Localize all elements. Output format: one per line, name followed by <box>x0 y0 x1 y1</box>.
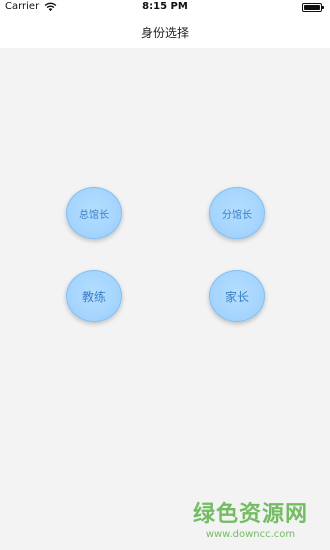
watermark-title: 绿色资源网 <box>192 502 308 527</box>
role-label: 家长 <box>224 289 249 304</box>
role-button-parent[interactable]: 家长 <box>209 270 265 322</box>
role-label: 分馆长 <box>222 209 252 221</box>
status-time: 8:15 PM <box>142 1 188 12</box>
status-bar: Carrier 8:15 PM <box>0 0 330 16</box>
role-label: 教练 <box>81 289 106 304</box>
navigation-bar: 身份选择 <box>0 16 330 48</box>
role-button-branch-manager[interactable]: 分馆长 <box>209 187 265 239</box>
battery-icon <box>302 3 324 12</box>
page-title: 身份选择 <box>140 26 189 40</box>
watermark-url: www.downcc.com <box>205 529 296 540</box>
watermark: 绿色资源网 www.downcc.com <box>193 496 308 540</box>
role-label: 总馆长 <box>79 209 109 221</box>
battery-level <box>304 5 320 10</box>
role-button-head-manager[interactable]: 总馆长 <box>66 187 122 239</box>
role-button-coach[interactable]: 教练 <box>66 270 122 322</box>
